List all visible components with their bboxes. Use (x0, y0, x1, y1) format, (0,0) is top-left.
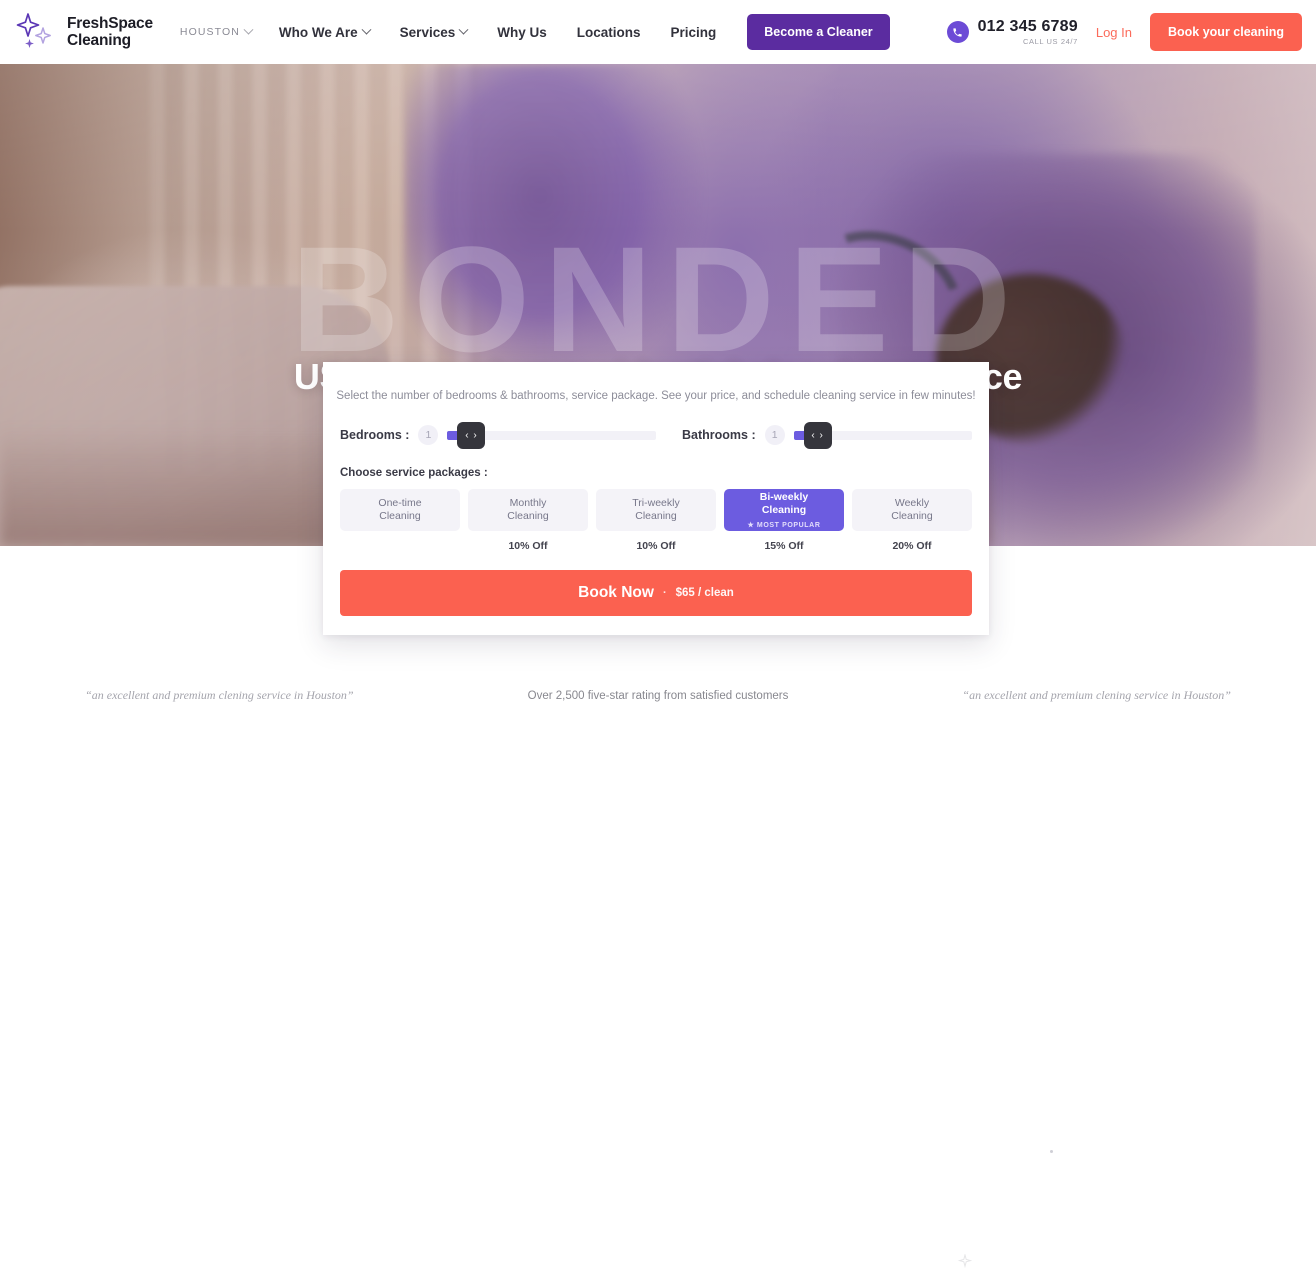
package-card-selected[interactable]: Bi-weekly Cleaning ★ MOST POPULAR (724, 489, 844, 531)
package-discount (340, 540, 460, 553)
chevron-down-icon (243, 24, 254, 35)
nav-item-who-we-are[interactable]: Who We Are (264, 24, 385, 40)
room-selectors: Bedrooms : 1 ‹ › Bathrooms : 1 ‹ › (323, 421, 989, 449)
booking-widget: Select the number of bedrooms & bathroom… (323, 362, 989, 635)
nav-item-locations[interactable]: Locations (562, 25, 656, 40)
nav-item-pricing[interactable]: Pricing (656, 25, 732, 40)
package-name: Bi-weekly Cleaning (759, 490, 809, 516)
book-now-price: $65 / clean (675, 587, 734, 599)
bedrooms-slider-track[interactable]: ‹ › (447, 421, 656, 449)
nav-label: Who We Are (278, 24, 358, 40)
package-card[interactable]: One-time Cleaning (340, 489, 460, 531)
nav-label: Services (399, 24, 456, 40)
bathrooms-slider-track[interactable]: ‹ › (793, 421, 972, 449)
package-option-bi-weekly: Bi-weekly Cleaning ★ MOST POPULAR 15% Of… (724, 489, 844, 553)
sparkle-icon (16, 13, 51, 48)
testimonial-row: “an excellent and premium clening servic… (0, 688, 1316, 703)
bedrooms-slider-handle[interactable]: ‹ › (457, 421, 486, 449)
package-option-one-time: One-time Cleaning (340, 489, 460, 553)
package-name: Monthly Cleaning (507, 497, 549, 522)
brand-logo[interactable]: FreshSpace Cleaning (14, 10, 153, 54)
bedrooms-label: Bedrooms : (340, 428, 410, 442)
phone-number: 012 345 6789 (977, 17, 1078, 35)
package-option-weekly: Weekly Cleaning 20% Off (852, 489, 972, 553)
phone-sublabel: CALL US 24/7 (1022, 36, 1078, 46)
bedrooms-value-badge: 1 (418, 425, 439, 445)
package-discount: 10% Off (508, 540, 548, 552)
package-card[interactable]: Monthly Cleaning (468, 489, 588, 531)
main-nav: HOUSTON Who We Are Services Why Us Locat… (175, 14, 890, 50)
site-header: FreshSpace Cleaning HOUSTON Who We Are S… (0, 0, 1316, 64)
book-now-separator: · (662, 587, 667, 599)
testimonial-quote-right: “an excellent and premium clening servic… (962, 688, 1231, 702)
book-now-label: Book Now (578, 584, 654, 601)
brand-name: FreshSpace Cleaning (67, 15, 153, 49)
nav-label: HOUSTON (179, 26, 240, 38)
chevron-down-icon (361, 24, 372, 35)
nav-item-why-us[interactable]: Why Us (482, 25, 562, 40)
package-card[interactable]: Tri-weekly Cleaning (596, 489, 716, 531)
hero-watermark-text: BONDED (290, 215, 1026, 383)
bathrooms-label: Bathrooms : (682, 428, 756, 442)
login-link[interactable]: Log In (1096, 25, 1132, 40)
package-card[interactable]: Weekly Cleaning (852, 489, 972, 531)
bathrooms-selector: Bathrooms : 1 ‹ › (656, 421, 972, 449)
partner-logo-faint-icon (957, 1254, 973, 1268)
chevron-down-icon (458, 24, 469, 35)
bedrooms-selector: Bedrooms : 1 ‹ › (340, 421, 656, 449)
nav-label: Pricing (670, 24, 717, 40)
package-discount: 20% Off (892, 540, 932, 552)
header-actions: 012 345 6789 CALL US 24/7 Log In Book yo… (946, 13, 1302, 51)
booking-instructions: Select the number of bedrooms & bathroom… (336, 390, 976, 402)
testimonial-quote-left: “an excellent and premium clening servic… (85, 688, 354, 702)
phone-text: 012 345 6789 CALL US 24/7 (978, 18, 1078, 47)
nav-item-services[interactable]: Services (385, 24, 483, 40)
phone-block[interactable]: 012 345 6789 CALL US 24/7 (946, 18, 1078, 47)
package-name: Tri-weekly Cleaning (632, 497, 680, 522)
become-a-cleaner-button[interactable]: Become a Cleaner (747, 14, 890, 50)
most-popular-badge: ★ MOST POPULAR (747, 521, 821, 529)
package-option-tri-weekly: Tri-weekly Cleaning 10% Off (596, 489, 716, 553)
package-name: Weekly Cleaning (891, 497, 933, 522)
testimonial-rating-text: Over 2,500 five-star rating from satisfi… (527, 689, 789, 702)
nav-label: Locations (576, 24, 641, 40)
package-discount: 10% Off (636, 540, 676, 552)
book-now-button[interactable]: Book Now · $65 / clean (340, 570, 972, 616)
nav-label: Why Us (497, 24, 547, 40)
bathrooms-value-badge: 1 (764, 425, 785, 445)
service-package-list: One-time Cleaning Monthly Cleaning 10% O… (323, 489, 989, 553)
phone-icon (946, 21, 969, 43)
package-option-monthly: Monthly Cleaning 10% Off (468, 489, 588, 553)
bathrooms-slider-handle[interactable]: ‹ › (803, 421, 832, 449)
decor-dot (1050, 1150, 1053, 1153)
book-your-cleaning-button[interactable]: Book your cleaning (1150, 13, 1302, 51)
nav-item-houston[interactable]: HOUSTON (175, 24, 264, 38)
package-name: One-time Cleaning (378, 497, 422, 522)
package-discount: 15% Off (764, 540, 804, 552)
packages-heading: Choose service packages : (340, 467, 488, 479)
